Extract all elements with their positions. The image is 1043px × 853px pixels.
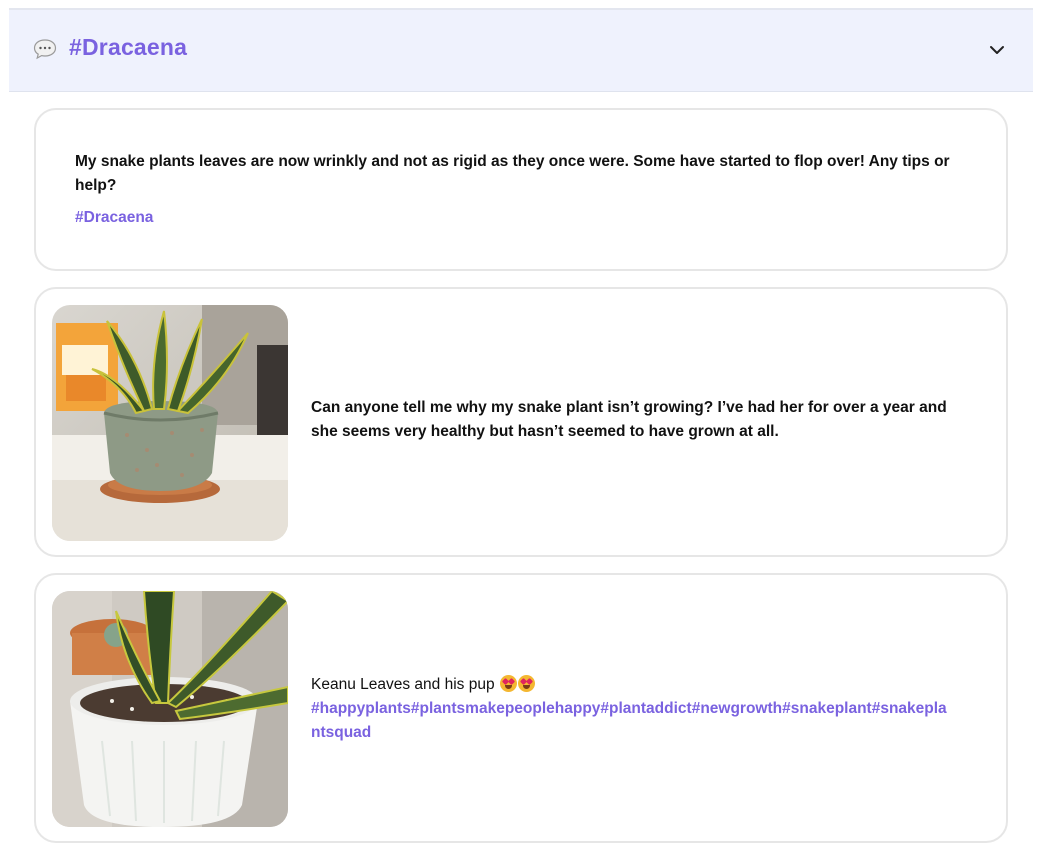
post-text: Keanu Leaves and his pup (311, 676, 495, 693)
post-hashtags-continued[interactable]: ntsquad (311, 724, 371, 741)
post-card[interactable]: My snake plants leaves are now wrinkly a… (34, 108, 1008, 271)
post-text: Can anyone tell me why my snake plant is… (311, 399, 947, 440)
heart-eyes-emoji-icon (517, 675, 535, 692)
post-card[interactable]: Can anyone tell me why my snake plant is… (34, 287, 1008, 557)
post-hashtags[interactable]: #happyplants#plantsmakepeoplehappy#plant… (311, 700, 947, 717)
post-image[interactable] (52, 591, 288, 827)
topic-title: #Dracaena (69, 34, 188, 60)
topic-header[interactable]: #Dracaena (9, 8, 1033, 92)
post-hashtag[interactable]: #Dracaena (75, 206, 153, 230)
chevron-down-icon[interactable] (987, 40, 1007, 60)
heart-eyes-emoji-icon (499, 675, 517, 692)
chat-bubble-icon (33, 38, 57, 60)
post-text-block: Keanu Leaves and his pup #happyplants#pl… (311, 673, 976, 745)
post-text: My snake plants leaves are now wrinkly a… (75, 153, 950, 194)
post-image[interactable] (52, 305, 288, 541)
post-card[interactable]: Keanu Leaves and his pup #happyplants#pl… (34, 573, 1008, 843)
